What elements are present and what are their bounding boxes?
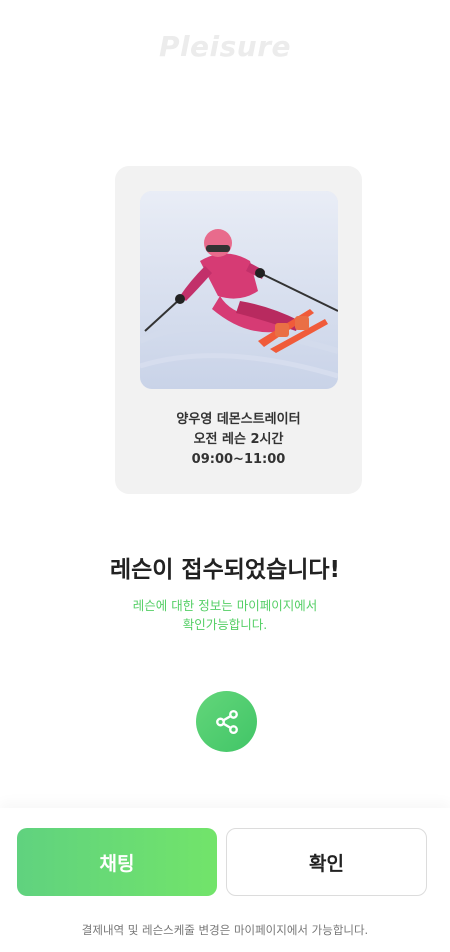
confirm-button[interactable]: 확인 bbox=[226, 828, 427, 896]
confirmation-subtitle: 레슨에 대한 정보는 마이페이지에서 확인가능합니다. bbox=[0, 596, 450, 634]
instructor-name: 양우영 데몬스트레이터 bbox=[176, 412, 301, 427]
confirmation-title: 레슨이 접수되었습니다! bbox=[109, 557, 341, 583]
lesson-name: 오전 레슨 2시간 bbox=[193, 432, 284, 447]
share-button[interactable] bbox=[196, 691, 257, 752]
subtitle-line-1: 레슨에 대한 정보는 마이페이지에서 bbox=[132, 598, 318, 613]
lesson-card: 양우영 데몬스트레이터 오전 레슨 2시간 09:00~11:00 bbox=[115, 166, 362, 494]
bottom-action-bar: 채팅 확인 결제내역 및 레슨스케줄 변경은 마이페이지에서 가능합니다. bbox=[0, 808, 450, 952]
lesson-photo bbox=[140, 191, 338, 389]
lesson-info: 양우영 데몬스트레이터 오전 레슨 2시간 09:00~11:00 bbox=[115, 410, 362, 470]
footnote: 결제내역 및 레슨스케줄 변경은 마이페이지에서 가능합니다. bbox=[81, 923, 369, 937]
brand-logo: Pleisure bbox=[158, 30, 292, 63]
subtitle-line-2: 확인가능합니다. bbox=[182, 617, 268, 632]
lesson-time: 09:00~11:00 bbox=[191, 452, 286, 467]
chat-button[interactable]: 채팅 bbox=[17, 828, 217, 896]
share-icon bbox=[215, 709, 238, 734]
